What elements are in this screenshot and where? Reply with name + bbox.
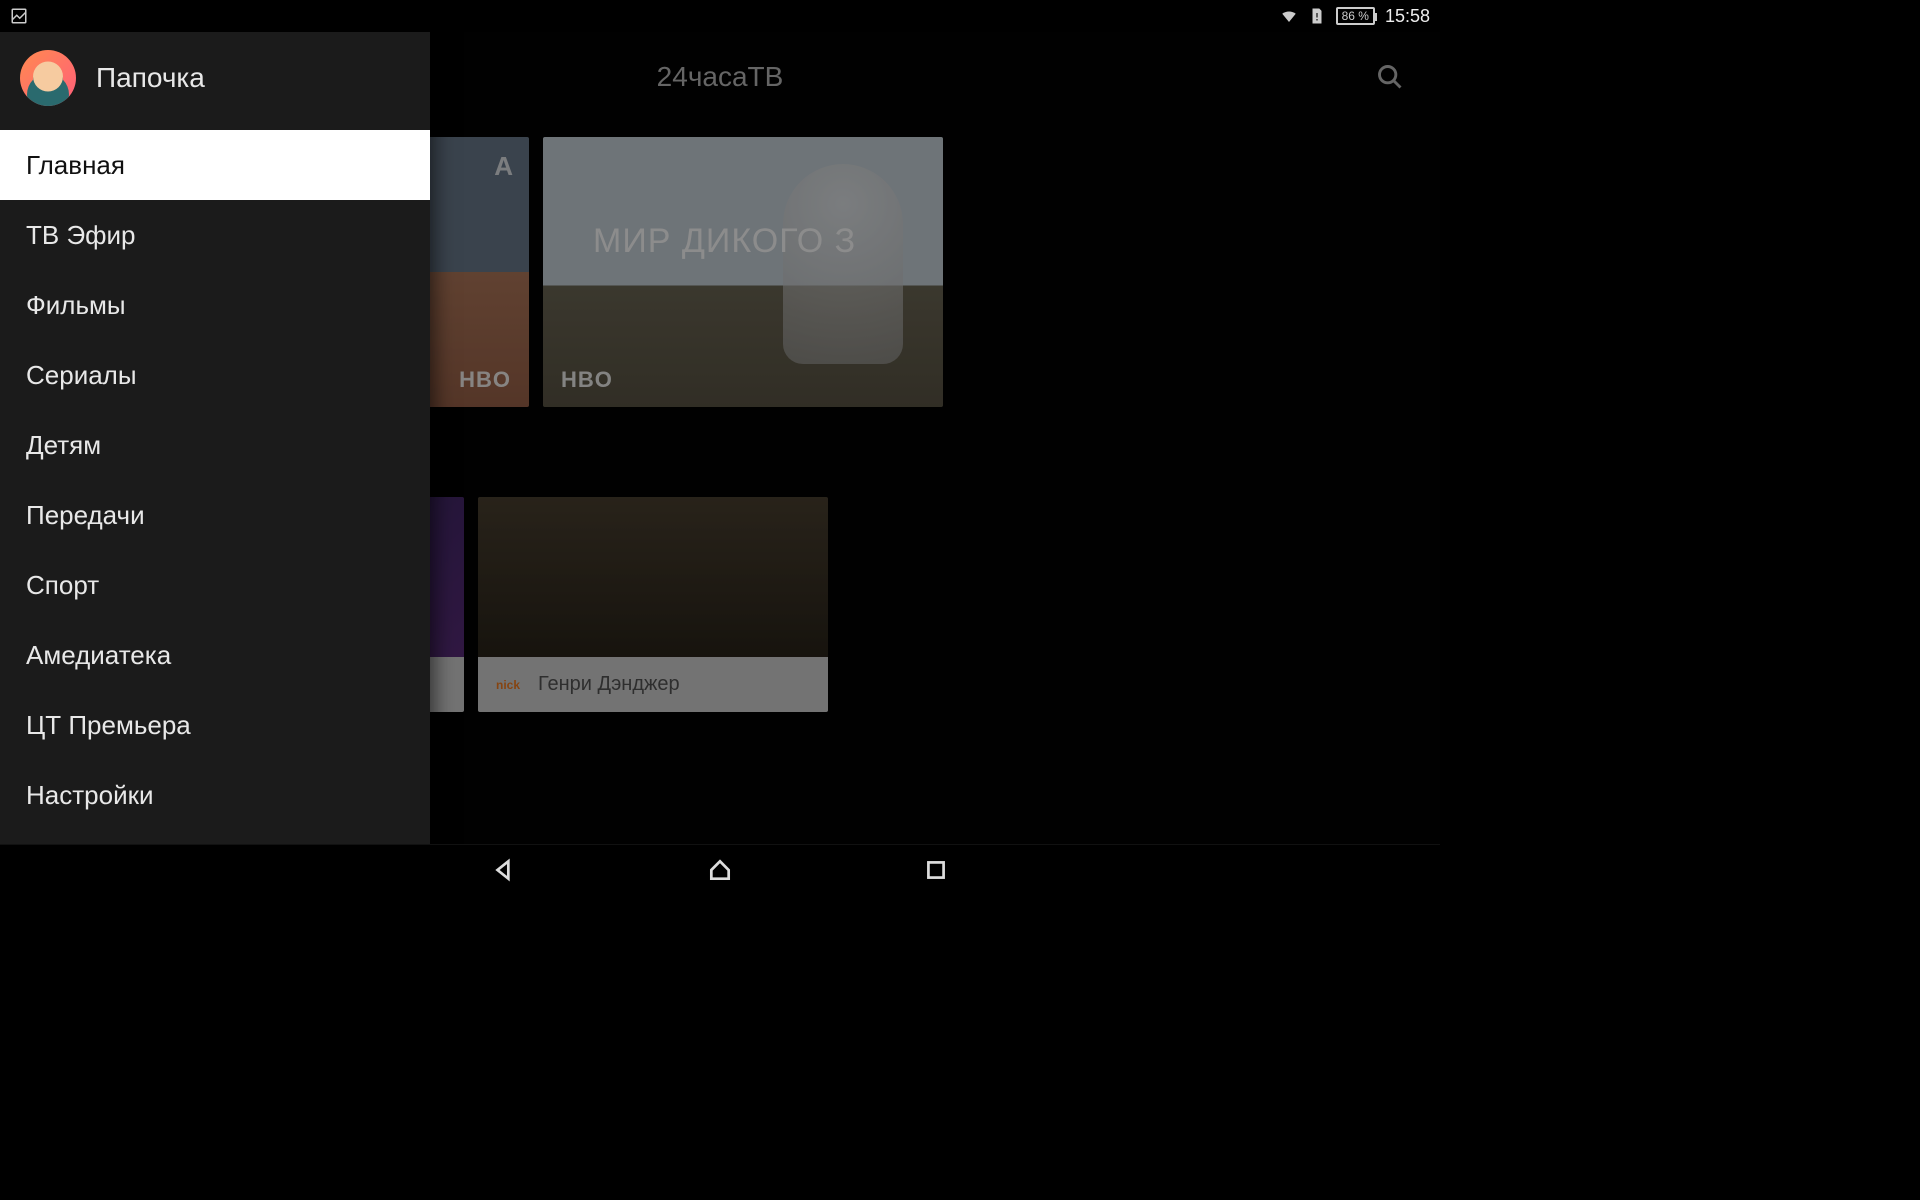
navigation-drawer: Папочка ГлавнаяТВ ЭфирФильмыСериалыДетям…	[0, 32, 430, 844]
picture-icon	[10, 7, 28, 25]
drawer-nav: ГлавнаяТВ ЭфирФильмыСериалыДетямПередачи…	[0, 130, 430, 844]
back-icon	[491, 857, 517, 883]
wifi-icon	[1280, 7, 1298, 25]
battery-indicator: 86 %	[1336, 7, 1375, 25]
profile-header[interactable]: Папочка	[0, 32, 430, 130]
nav-item-4[interactable]: Детям	[0, 410, 430, 480]
hero-card[interactable]: МИР ДИКОГО З HBO	[543, 137, 943, 407]
avatar	[20, 50, 76, 106]
home-button[interactable]	[707, 857, 733, 888]
recents-icon	[923, 857, 949, 883]
sd-warning-icon	[1308, 7, 1326, 25]
nav-item-7[interactable]: Амедиатека	[0, 620, 430, 690]
app-root: 24часаТВ SHOWTIME МОЛОДОЙ ПАПА THE YOUNG…	[0, 32, 1440, 844]
back-button[interactable]	[491, 857, 517, 888]
android-status-bar: 86 % 15:58	[0, 0, 1440, 32]
rating-badge: А	[494, 151, 513, 182]
channel-logo: HBO	[459, 367, 511, 393]
profile-name: Папочка	[96, 62, 205, 94]
home-icon	[707, 857, 733, 883]
nav-item-9[interactable]: Настройки	[0, 760, 430, 830]
android-nav-bar	[0, 844, 1440, 900]
content-card[interactable]: nick Генри Дэнджер	[478, 497, 828, 712]
card-title: Генри Дэнджер	[538, 673, 680, 696]
status-clock: 15:58	[1385, 6, 1430, 27]
nav-item-3[interactable]: Сериалы	[0, 340, 430, 410]
nav-item-2[interactable]: Фильмы	[0, 270, 430, 340]
nav-item-6[interactable]: Спорт	[0, 550, 430, 620]
nav-item-1[interactable]: ТВ Эфир	[0, 200, 430, 270]
channel-logo: HBO	[561, 367, 613, 393]
battery-text: 86 %	[1342, 9, 1369, 23]
recents-button[interactable]	[923, 857, 949, 888]
hero-title: МИР ДИКОГО З	[593, 222, 856, 261]
nav-item-8[interactable]: ЦТ Премьера	[0, 690, 430, 760]
nav-item-5[interactable]: Передачи	[0, 480, 430, 550]
nav-item-0[interactable]: Главная	[0, 130, 430, 200]
channel-badge: nick	[492, 676, 524, 694]
